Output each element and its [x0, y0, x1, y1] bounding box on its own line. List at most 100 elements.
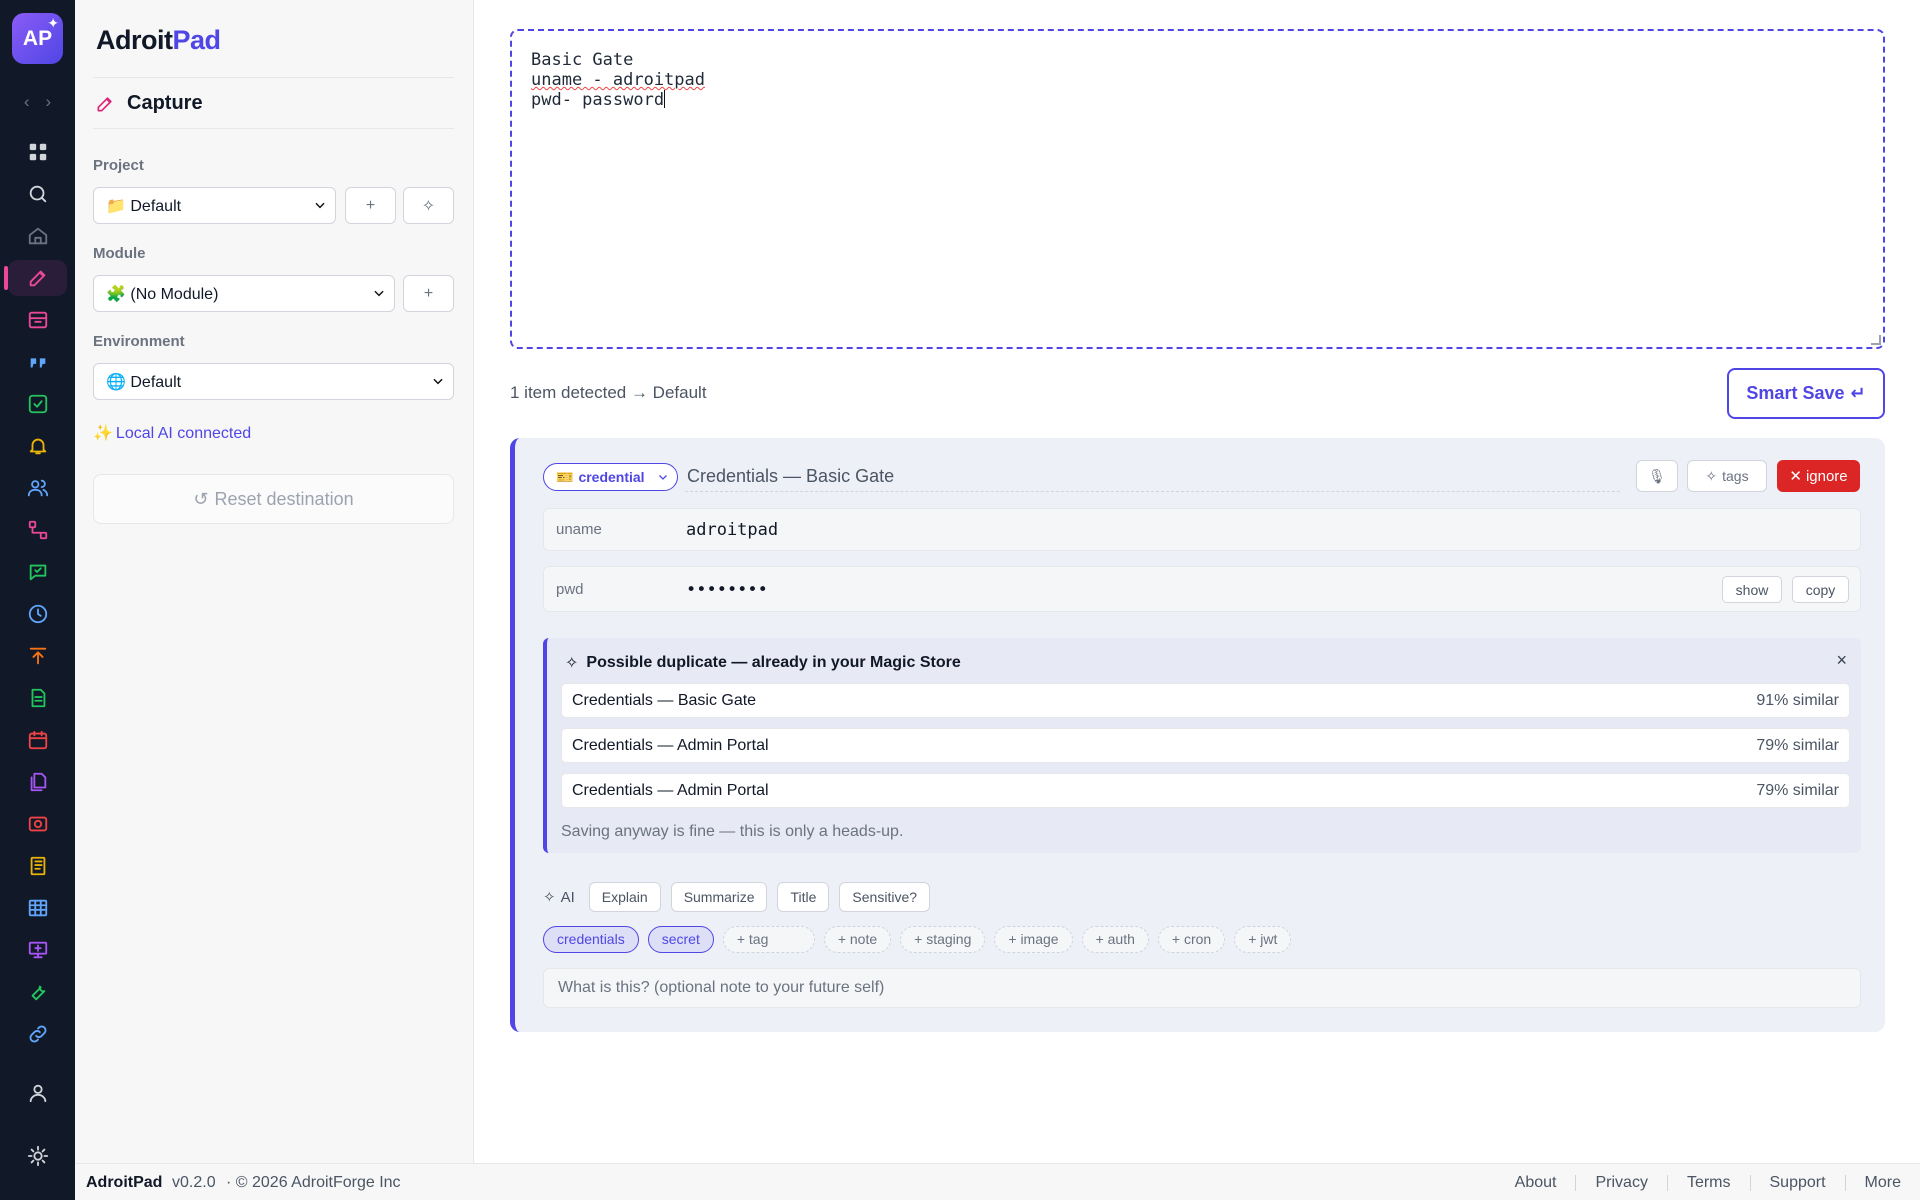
field-value-masked[interactable]: ••••••••: [686, 580, 768, 600]
smart-save-label: Smart Save: [1746, 383, 1845, 403]
sun-icon[interactable]: [8, 1138, 67, 1174]
clock-icon[interactable]: [8, 596, 67, 632]
close-icon[interactable]: ×: [1836, 650, 1847, 671]
app-logo[interactable]: AP ✦: [12, 13, 63, 64]
forward-arrow-icon[interactable]: ›: [46, 92, 52, 114]
chevron-down-icon: [374, 290, 384, 297]
title-button[interactable]: Title: [777, 882, 830, 912]
document-icon[interactable]: [8, 680, 67, 716]
editor-line: uname - adroitpad: [531, 70, 1864, 90]
users-icon[interactable]: [8, 470, 67, 506]
footer-version: v0.2.0: [172, 1174, 216, 1191]
duplicate-item[interactable]: Credentials — Basic Gate 91% similar: [561, 683, 1850, 718]
duplicate-note: Saving anyway is fine — this is only a h…: [561, 823, 904, 840]
ai-actions: ✧ AI Explain Summarize Title Sensitive?: [543, 882, 931, 912]
sensitive-button[interactable]: Sensitive?: [839, 882, 931, 912]
back-arrow-icon[interactable]: ‹: [24, 92, 30, 114]
suggested-tag[interactable]: + staging: [900, 925, 986, 953]
capture-editor[interactable]: Basic Gate uname - adroitpad pwd- password: [510, 29, 1885, 349]
suggested-tag[interactable]: + image: [994, 925, 1073, 953]
copy-password-button[interactable]: copy: [1792, 576, 1849, 603]
brand-first: Adroit: [96, 25, 173, 55]
footer-link-support[interactable]: Support: [1749, 1174, 1845, 1191]
upload-icon[interactable]: [8, 638, 67, 674]
sparkle-icon: ✦: [47, 15, 59, 31]
close-icon: ✕: [1789, 468, 1802, 485]
item-type-select[interactable]: 🎫 credential: [543, 463, 678, 491]
ignore-button[interactable]: ✕ ignore: [1777, 460, 1860, 492]
camera-icon[interactable]: [8, 806, 67, 842]
pencil-icon[interactable]: [4, 260, 67, 296]
suggested-tag[interactable]: + jwt: [1234, 925, 1292, 953]
sparkles-icon: ✨: [93, 425, 113, 442]
search-icon[interactable]: [8, 176, 67, 212]
add-tag-input[interactable]: + tag: [722, 925, 815, 953]
show-password-button[interactable]: show: [1722, 576, 1782, 603]
microphone-button[interactable]: 🎙: [1636, 460, 1678, 492]
tag-chip[interactable]: secret: [647, 925, 714, 953]
module-value: 🧩 (No Module): [106, 285, 219, 303]
bell-icon[interactable]: [8, 428, 67, 464]
history-nav: ‹ ›: [0, 92, 75, 114]
footer-link-terms[interactable]: Terms: [1666, 1174, 1750, 1191]
grid-icon[interactable]: [8, 134, 67, 170]
project-select[interactable]: 📁 Default: [93, 187, 336, 224]
reset-icon: ↺: [193, 488, 209, 509]
tag-chip[interactable]: credentials: [543, 925, 639, 953]
add-module-button[interactable]: +: [403, 275, 454, 312]
notebook-icon[interactable]: [8, 848, 67, 884]
user-icon[interactable]: [8, 1075, 67, 1111]
panel-title-text: Capture: [127, 92, 203, 114]
smart-save-button[interactable]: Smart Save ↵: [1727, 368, 1885, 419]
footer-links: About Privacy Terms Support More: [1496, 1164, 1920, 1200]
text-caret: [664, 90, 666, 108]
wrench-icon[interactable]: [8, 974, 67, 1010]
divider: [93, 77, 454, 78]
icon-rail: AP ✦ ‹ ›: [0, 0, 75, 1200]
duplicate-item-similarity: 91% similar: [1756, 692, 1839, 709]
duplicate-item[interactable]: Credentials — Admin Portal 79% similar: [561, 773, 1850, 808]
files-icon[interactable]: [8, 764, 67, 800]
checkbox-icon[interactable]: [8, 386, 67, 422]
explain-button[interactable]: Explain: [588, 882, 661, 912]
capture-panel: AdroitPad Capture Project 📁 Default + ✧ …: [75, 0, 474, 1163]
chat-icon[interactable]: [8, 554, 67, 590]
summarize-button[interactable]: Summarize: [670, 882, 768, 912]
add-project-button[interactable]: +: [345, 187, 396, 224]
link-icon[interactable]: [8, 1016, 67, 1052]
ticket-icon: 🎫: [556, 468, 574, 485]
duplicate-item[interactable]: Credentials — Admin Portal 79% similar: [561, 728, 1850, 763]
module-label: Module: [93, 245, 146, 262]
presentation-icon[interactable]: [8, 932, 67, 968]
environment-value: 🌐 Default: [106, 373, 182, 391]
reset-destination-button[interactable]: ↺ Reset destination: [93, 474, 454, 524]
table-icon[interactable]: [8, 890, 67, 926]
resize-handle[interactable]: [1871, 335, 1881, 345]
inbox-icon[interactable]: [8, 302, 67, 338]
sparkle-icon: ✧: [1705, 467, 1718, 484]
enter-icon: ↵: [1850, 383, 1866, 403]
environment-select[interactable]: 🌐 Default: [93, 363, 454, 400]
magic-project-button[interactable]: ✧: [403, 187, 454, 224]
chevron-down-icon: [433, 378, 443, 385]
item-title-input[interactable]: Credentials — Basic Gate: [685, 462, 1620, 492]
tags-button[interactable]: ✧ tags: [1687, 460, 1767, 492]
field-value[interactable]: adroitpad: [686, 520, 778, 540]
footer-link-more[interactable]: More: [1844, 1174, 1920, 1191]
note-input[interactable]: What is this? (optional note to your fut…: [543, 968, 1861, 1008]
field-key: pwd: [556, 581, 584, 598]
suggested-tag[interactable]: + note: [823, 925, 892, 953]
calendar-icon[interactable]: [8, 722, 67, 758]
footer-link-about[interactable]: About: [1496, 1174, 1576, 1191]
duplicate-item-title: Credentials — Admin Portal: [572, 782, 769, 799]
quote-icon[interactable]: [8, 344, 67, 380]
field-row-pwd: pwd •••••••• show copy: [543, 566, 1861, 612]
footer-link-privacy[interactable]: Privacy: [1575, 1174, 1666, 1191]
pencil-icon: [97, 96, 112, 111]
suggested-tag[interactable]: + auth: [1081, 925, 1149, 953]
suggested-tag[interactable]: + cron: [1157, 925, 1226, 953]
home-icon[interactable]: [8, 218, 67, 254]
flow-icon[interactable]: [8, 512, 67, 548]
module-select[interactable]: 🧩 (No Module): [93, 275, 395, 312]
editor-line: Basic Gate: [531, 50, 634, 70]
